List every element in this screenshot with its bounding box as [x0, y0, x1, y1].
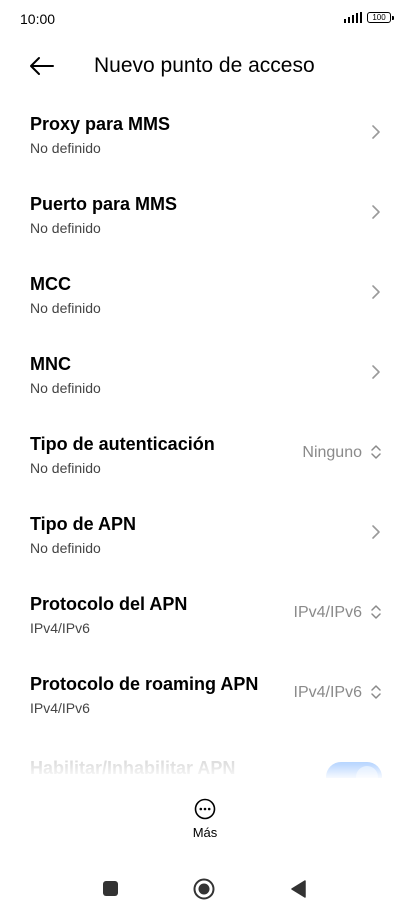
- auth-type-value: Ninguno: [302, 444, 362, 461]
- setting-row-auth-type[interactable]: Tipo de autenticación No definido Ningun…: [0, 416, 411, 496]
- row-subtitle: IPv4/IPv6: [30, 620, 90, 636]
- chevron-right-icon: [372, 205, 380, 219]
- more-label: Más: [192, 825, 218, 840]
- chevron-updown-icon: [371, 685, 381, 699]
- setting-row-proxy-mms[interactable]: Proxy para MMS No definido: [0, 96, 411, 176]
- chevron-right-icon: [372, 125, 380, 139]
- signal-icon: [343, 12, 362, 23]
- row-title: Habilitar/Inhabilitar APN: [30, 758, 236, 778]
- status-icons: 100: [343, 12, 394, 23]
- row-title: Tipo de autenticación: [30, 434, 215, 454]
- row-subtitle: No definido: [30, 380, 101, 396]
- battery-icon: 100: [367, 12, 394, 23]
- status-time: 10:00: [20, 11, 56, 27]
- row-title: Proxy para MMS: [30, 114, 171, 134]
- nav-back-button[interactable]: [289, 879, 307, 899]
- back-button[interactable]: [28, 54, 56, 78]
- app-header: Nuevo punto de acceso: [0, 44, 411, 92]
- chevron-updown-icon: [371, 605, 381, 619]
- row-title: MCC: [30, 274, 71, 294]
- row-title: MNC: [30, 354, 71, 374]
- row-subtitle: No definido: [30, 540, 101, 556]
- row-subtitle: No definido: [30, 300, 101, 316]
- row-title: Protocolo del APN: [30, 594, 188, 614]
- chevron-right-icon: [372, 365, 380, 379]
- page-title: Nuevo punto de acceso: [94, 54, 315, 77]
- more-horizontal-icon: [194, 798, 216, 820]
- status-bar: 10:00 100: [0, 0, 411, 40]
- setting-row-apn-type[interactable]: Tipo de APN No definido: [0, 496, 411, 576]
- setting-row-roaming-protocol[interactable]: Protocolo de roaming APN IPv4/IPv6 IPv4/…: [0, 656, 411, 736]
- row-subtitle: No definido: [30, 220, 101, 236]
- row-title: Puerto para MMS: [30, 194, 178, 214]
- home-button[interactable]: [193, 878, 215, 900]
- battery-level: 100: [372, 12, 386, 22]
- setting-row-mms-port[interactable]: Puerto para MMS No definido: [0, 176, 411, 256]
- screen: 10:00 100 Nuevo punto de acceso Proxy pa…: [0, 0, 411, 914]
- apn-protocol-value: IPv4/IPv6: [293, 604, 362, 621]
- row-subtitle: No definido: [30, 460, 101, 476]
- arrow-left-icon: [30, 57, 54, 75]
- row-title: Tipo de APN: [30, 514, 137, 534]
- setting-row-apn-protocol[interactable]: Protocolo del APN IPv4/IPv6 IPv4/IPv6: [0, 576, 411, 656]
- roaming-protocol-value: IPv4/IPv6: [293, 684, 362, 701]
- more-button[interactable]: Más: [175, 798, 235, 846]
- row-subtitle: No definido: [30, 140, 101, 156]
- chevron-right-icon: [372, 525, 380, 539]
- chevron-updown-icon: [371, 445, 381, 459]
- setting-row-mnc[interactable]: MNC No definido: [0, 336, 411, 416]
- chevron-right-icon: [372, 285, 380, 299]
- row-title: Protocolo de roaming APN: [30, 674, 259, 694]
- setting-row-mcc[interactable]: MCC No definido: [0, 256, 411, 336]
- row-subtitle: IPv4/IPv6: [30, 700, 90, 716]
- recents-button[interactable]: [103, 881, 118, 896]
- navigation-bar: [0, 870, 411, 910]
